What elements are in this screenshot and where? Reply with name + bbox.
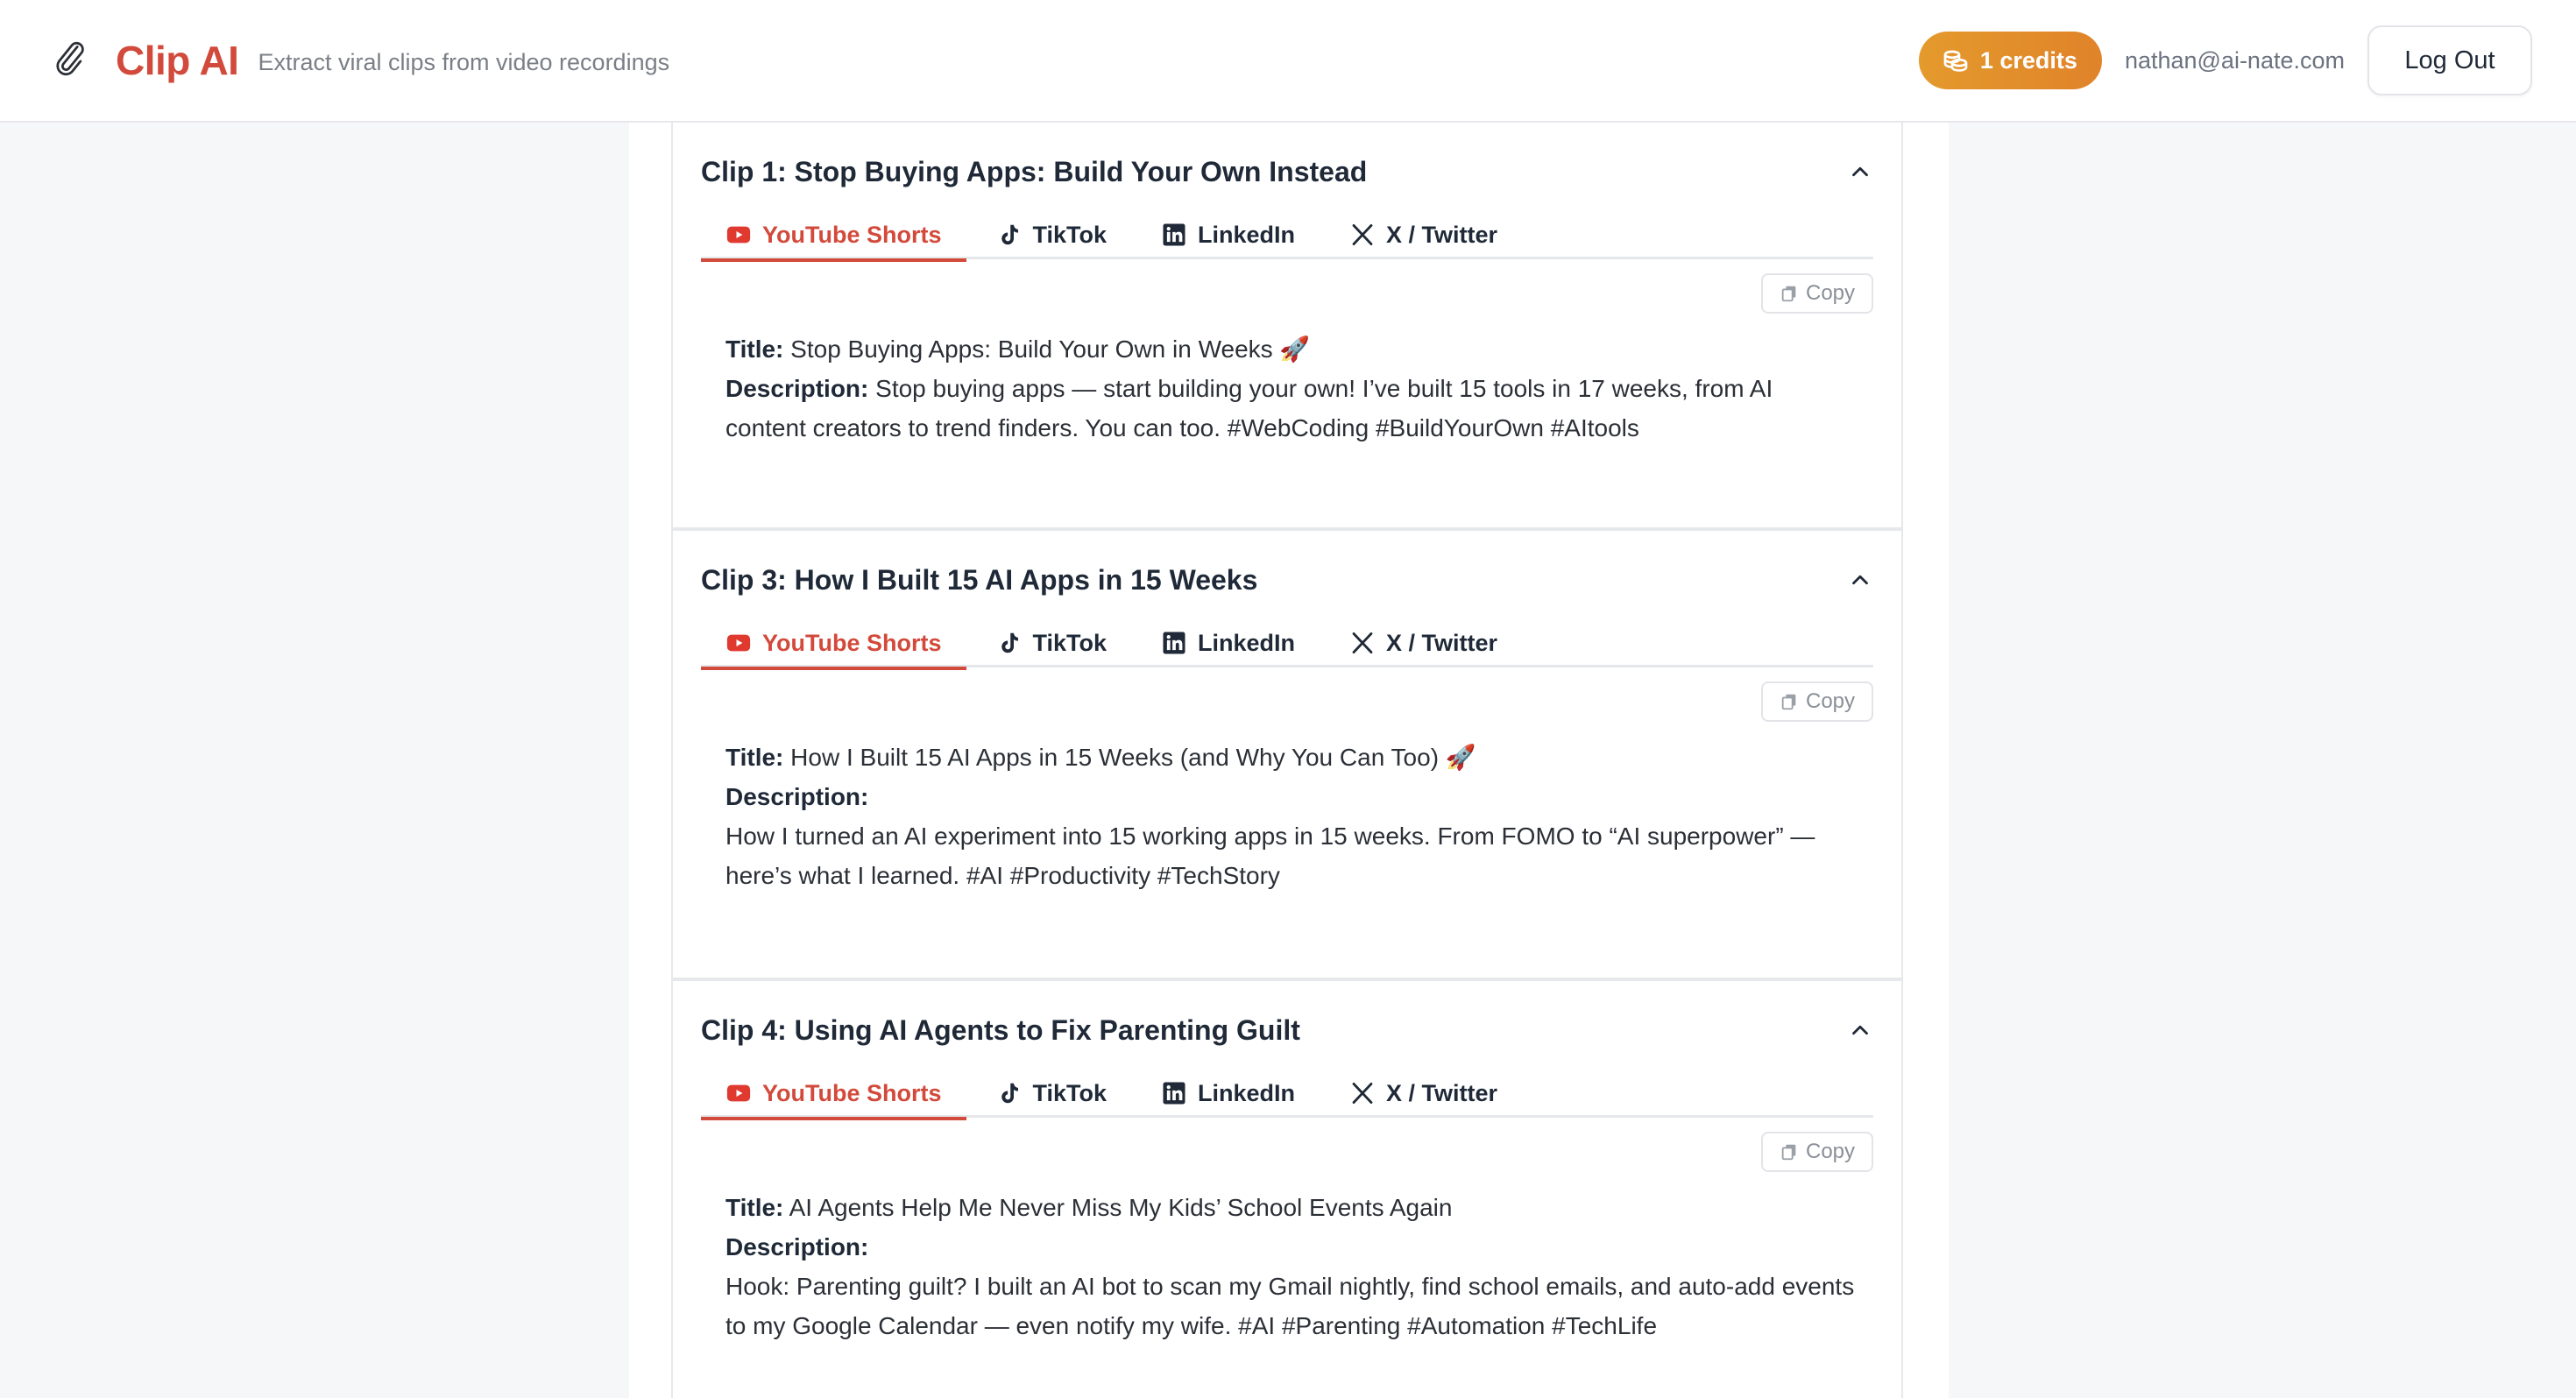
tab-label: X / Twitter	[1386, 1079, 1498, 1106]
title-label: Title:	[725, 744, 784, 771]
copy-label: Copy	[1805, 1140, 1856, 1163]
copy-button[interactable]: Copy	[1761, 681, 1873, 722]
copy-icon	[1781, 286, 1796, 302]
tab-label: YouTube Shorts	[762, 221, 942, 248]
tiktok-icon	[1001, 224, 1018, 245]
coins-icon	[1943, 50, 1968, 72]
clip-header[interactable]: Clip 3: How I Built 15 AI Apps in 15 Wee…	[701, 559, 1873, 601]
chevron-up-icon[interactable]	[1847, 567, 1873, 593]
title-label: Title:	[725, 335, 784, 363]
clip-card: Clip 4: Using AI Agents to Fix Parenting…	[671, 979, 1903, 1398]
clip-title-text: How I Built 15 AI Apps in 15 Weeks (and …	[790, 744, 1476, 771]
tab-label: TikTok	[1032, 221, 1108, 248]
copy-button[interactable]: Copy	[1761, 1132, 1873, 1172]
tiktok-icon	[1001, 632, 1018, 653]
clip-heading: Clip 1: Stop Buying Apps: Build Your Own…	[701, 155, 1368, 187]
x-logo-icon	[1352, 1083, 1373, 1104]
logout-button[interactable]: Log Out	[2367, 25, 2532, 95]
chevron-up-icon[interactable]	[1847, 159, 1873, 185]
tab-linkedin[interactable]: LinkedIn	[1136, 210, 1320, 259]
clip-header[interactable]: Clip 1: Stop Buying Apps: Build Your Own…	[701, 151, 1873, 193]
platform-tabs: YouTube Shorts TikTok LinkedIn X / Twitt…	[701, 210, 1873, 262]
tab-label: LinkedIn	[1198, 221, 1296, 248]
tab-tiktok[interactable]: TikTok	[972, 618, 1132, 667]
app-header: Clip AI Extract viral clips from video r…	[0, 0, 2576, 123]
linkedin-icon	[1163, 1082, 1185, 1105]
youtube-icon	[726, 1084, 751, 1102]
clip-description-text: Stop buying apps — start building your o…	[725, 375, 1773, 441]
tab-linkedin[interactable]: LinkedIn	[1136, 1069, 1320, 1118]
youtube-icon	[726, 226, 751, 244]
tab-label: YouTube Shorts	[762, 1079, 942, 1106]
x-logo-icon	[1352, 224, 1373, 245]
user-email: nathan@ai-nate.com	[2124, 46, 2345, 74]
clip-title-text: Stop Buying Apps: Build Your Own in Week…	[790, 335, 1311, 363]
tab-label: TikTok	[1032, 629, 1108, 656]
clip-content: Title: How I Built 15 AI Apps in 15 Week…	[725, 738, 1859, 895]
clips-panel: Clip 1: Stop Buying Apps: Build Your Own…	[629, 123, 1949, 1398]
description-label: Description:	[725, 783, 869, 810]
x-logo-icon	[1352, 632, 1373, 653]
tab-x-twitter[interactable]: X / Twitter	[1325, 210, 1522, 259]
copy-icon	[1781, 694, 1796, 710]
credits-label: 1 credits	[1979, 46, 2077, 74]
clip-title-text: AI Agents Help Me Never Miss My Kids’ Sc…	[789, 1194, 1453, 1221]
copy-icon	[1781, 1144, 1796, 1161]
tab-youtube-shorts[interactable]: YouTube Shorts	[701, 1069, 966, 1120]
clip-description-text: Hook: Parenting guilt? I built an AI bot…	[725, 1273, 1855, 1339]
tab-label: LinkedIn	[1198, 1079, 1296, 1106]
paperclip-icon	[56, 41, 84, 76]
tab-tiktok[interactable]: TikTok	[972, 1069, 1132, 1118]
tab-label: TikTok	[1032, 1079, 1108, 1106]
tab-label: X / Twitter	[1386, 629, 1498, 656]
clip-card: Clip 3: How I Built 15 AI Apps in 15 Wee…	[671, 529, 1903, 979]
description-label: Description:	[725, 1233, 869, 1260]
credits-badge[interactable]: 1 credits	[1918, 32, 2102, 89]
linkedin-icon	[1163, 632, 1185, 654]
clip-heading: Clip 4: Using AI Agents to Fix Parenting…	[701, 1013, 1300, 1046]
brand[interactable]: Clip AI Extract viral clips from video r…	[51, 37, 669, 84]
title-label: Title:	[725, 1194, 784, 1221]
tab-label: LinkedIn	[1198, 629, 1296, 656]
tab-label: X / Twitter	[1386, 221, 1498, 248]
tab-tiktok[interactable]: TikTok	[972, 210, 1132, 259]
tiktok-icon	[1001, 1083, 1018, 1104]
clip-card: Clip 1: Stop Buying Apps: Build Your Own…	[671, 123, 1903, 529]
chevron-up-icon[interactable]	[1847, 1017, 1873, 1043]
copy-button[interactable]: Copy	[1761, 273, 1873, 314]
header-actions: 1 credits nathan@ai-nate.com Log Out	[1918, 25, 2532, 95]
app-tagline: Extract viral clips from video recording…	[258, 48, 670, 75]
clip-content: Title: AI Agents Help Me Never Miss My K…	[725, 1188, 1859, 1345]
clip-heading: Clip 3: How I Built 15 AI Apps in 15 Wee…	[701, 563, 1258, 596]
linkedin-icon	[1163, 223, 1185, 246]
app-name: Clip AI	[116, 38, 239, 83]
platform-tabs: YouTube Shorts TikTok LinkedIn X / Twitt…	[701, 1069, 1873, 1120]
clip-description-text: How I turned an AI experiment into 15 wo…	[725, 823, 1815, 889]
description-label: Description:	[725, 375, 869, 402]
tab-youtube-shorts[interactable]: YouTube Shorts	[701, 210, 966, 262]
youtube-icon	[726, 634, 751, 652]
clip-content: Title: Stop Buying Apps: Build Your Own …	[725, 329, 1859, 448]
tab-youtube-shorts[interactable]: YouTube Shorts	[701, 618, 966, 670]
tab-linkedin[interactable]: LinkedIn	[1136, 618, 1320, 667]
tab-x-twitter[interactable]: X / Twitter	[1325, 618, 1522, 667]
tab-label: YouTube Shorts	[762, 629, 942, 656]
tab-x-twitter[interactable]: X / Twitter	[1325, 1069, 1522, 1118]
clip-header[interactable]: Clip 4: Using AI Agents to Fix Parenting…	[701, 1009, 1873, 1051]
copy-label: Copy	[1805, 281, 1856, 305]
platform-tabs: YouTube Shorts TikTok LinkedIn X / Twitt…	[701, 618, 1873, 670]
copy-label: Copy	[1805, 689, 1856, 713]
